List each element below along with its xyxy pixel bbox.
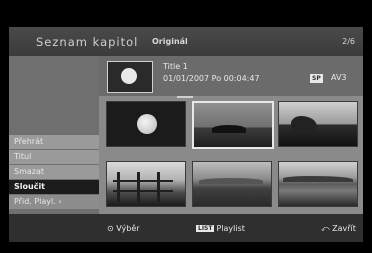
close-hint: ⤺ Zavřít bbox=[321, 224, 356, 233]
tree-image bbox=[291, 116, 317, 134]
chapter-thumbnail-1[interactable] bbox=[106, 101, 186, 147]
screen-title: Seznam kapitol bbox=[36, 35, 139, 49]
island-image bbox=[212, 125, 246, 133]
select-hint: ⊙ Výběr bbox=[107, 224, 140, 233]
playlist-hint: LIST Playlist bbox=[196, 224, 245, 233]
page-indicator: 2/6 bbox=[342, 37, 355, 46]
chapter-thumbnail-5[interactable] bbox=[192, 161, 272, 207]
action-menu: Přehrát Titul Smazat Sloučit Přid. Playl… bbox=[9, 135, 99, 210]
list-button-icon: LIST bbox=[196, 225, 215, 232]
channel-label: AV3 bbox=[331, 73, 347, 82]
header-bar: Seznam kapitol Originál 2/6 bbox=[9, 27, 363, 56]
menu-item-title[interactable]: Titul bbox=[9, 150, 99, 164]
chapter-list-screen: Seznam kapitol Originál 2/6 Title 1 01/0… bbox=[0, 0, 372, 253]
menu-item-play[interactable]: Přehrát bbox=[9, 135, 99, 149]
chapter-thumbnail-2[interactable] bbox=[192, 101, 274, 149]
hill-image bbox=[199, 178, 263, 184]
title-preview-thumbnail bbox=[107, 61, 153, 93]
source-label: Originál bbox=[152, 37, 188, 46]
menu-item-merge[interactable]: Sloučit bbox=[9, 180, 99, 194]
chapter-thumbnail-3[interactable] bbox=[278, 101, 358, 147]
title-info-row: Title 1 01/01/2007 Po 00:04:47 SP AV3 bbox=[99, 56, 363, 96]
title-name: Title 1 bbox=[163, 62, 188, 71]
ridge-image bbox=[283, 176, 353, 182]
scroll-indicator bbox=[177, 96, 193, 98]
recording-mode-badge: SP bbox=[310, 74, 323, 83]
menu-item-delete[interactable]: Smazat bbox=[9, 165, 99, 179]
chapter-thumbnail-4[interactable] bbox=[106, 161, 186, 207]
button-hint-bar: ⊙ Výběr LIST Playlist ⤺ Zavřít bbox=[9, 214, 363, 242]
title-datetime: 01/01/2007 Po 00:04:47 bbox=[163, 74, 260, 83]
menu-item-add-playlist[interactable]: Přid. Playl. › bbox=[9, 195, 99, 209]
chapter-thumbnail-6[interactable] bbox=[278, 161, 358, 207]
moon-image bbox=[137, 114, 157, 134]
playlist-label: Playlist bbox=[216, 224, 245, 233]
